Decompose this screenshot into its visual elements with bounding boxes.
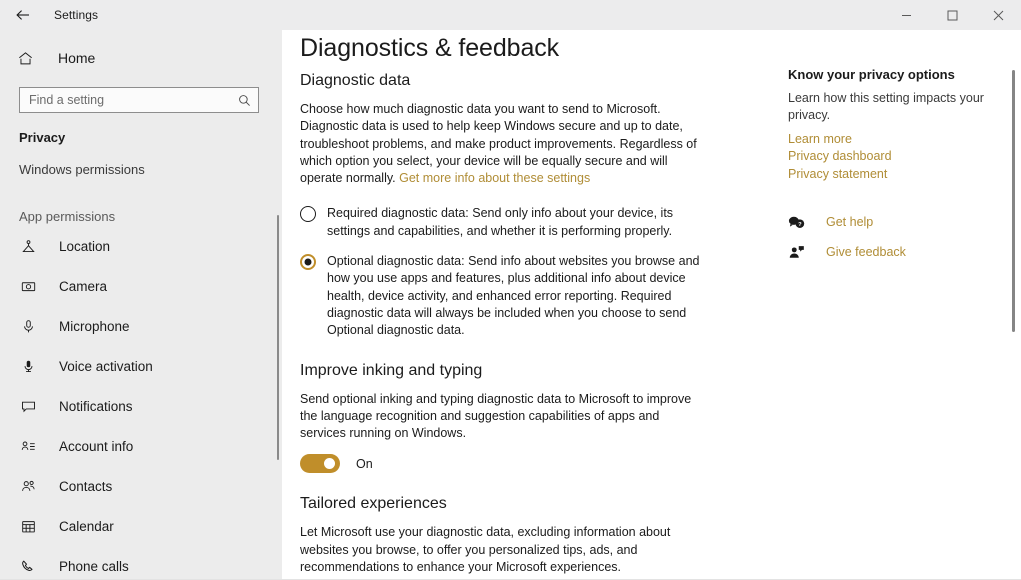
sidebar-scrollbar-thumb[interactable] [277,215,279,460]
give-feedback-row[interactable]: Give feedback [788,241,1003,263]
sidebar-group-app-permissions: App permissions [19,209,116,224]
sidebar-item-voice-activation[interactable]: Voice activation [0,346,282,386]
get-help-row[interactable]: ? Get help [788,211,1003,233]
account-info-icon [19,439,37,454]
inking-typing-toggle-row: On [300,454,700,474]
sidebar-item-label: Location [59,238,111,254]
sidebar-item-calendar[interactable]: Calendar [0,506,282,546]
diagnostic-data-options: Required diagnostic data: Send only info… [300,205,700,339]
window-controls [883,0,1021,30]
sidebar-item-contacts[interactable]: Contacts [0,466,282,506]
support-block: ? Get help Give feedback [788,211,1003,263]
privacy-options-title: Know your privacy options [788,67,955,82]
sidebar-item-windows-permissions[interactable]: Windows permissions [0,155,282,183]
maximize-button[interactable] [929,0,975,30]
search-input[interactable] [20,88,258,112]
learn-more-link[interactable]: Learn more [788,131,1003,149]
title-bar: Settings [0,0,1021,30]
search-icon [238,94,251,107]
diagnostic-data-heading: Diagnostic data [300,72,411,89]
content-scrollbar-thumb[interactable] [1012,70,1015,332]
inking-typing-toggle-state: On [356,456,373,471]
main-content: Diagnostics & feedback Diagnostic data C… [282,30,1021,580]
search-box[interactable] [19,87,259,113]
radio-option-required[interactable]: Required diagnostic data: Send only info… [300,205,700,240]
sidebar-item-location[interactable]: Location [0,226,282,266]
sidebar-item-phone-calls[interactable]: Phone calls [0,546,282,580]
give-feedback-icon [788,245,808,260]
content-scrollbar[interactable] [1007,30,1021,580]
sidebar-section-title: Privacy [19,130,66,145]
sidebar-item-label: Phone calls [59,558,129,574]
microphone-icon [19,319,37,334]
sidebar-scrollbar[interactable] [275,30,282,580]
radio-required-diagnostic-data[interactable] [300,206,316,223]
tailored-experiences-section: Tailored experiences Let Microsoft use y… [300,495,700,580]
tailored-experiences-description: Let Microsoft use your diagnostic data, … [300,525,671,575]
get-help-link[interactable]: Get help [826,215,873,229]
svg-text:?: ? [798,221,802,227]
sidebar-item-label: Calendar [59,518,114,534]
sidebar-item-label: Voice activation [59,358,153,374]
close-button[interactable] [975,0,1021,30]
back-button[interactable] [0,0,46,30]
sidebar-item-label: Notifications [59,398,133,414]
get-help-icon: ? [788,215,808,230]
settings-window: Settings Home Find a setting Privacy Win… [0,0,1021,580]
related-settings-panel: Know your privacy options Learn how this… [788,67,1003,271]
voice-activation-icon [19,359,37,374]
settings-column: Diagnostic data Choose how much diagnost… [300,72,700,580]
app-title: Settings [54,8,99,22]
radio-option-label: Optional diagnostic data: Send info abou… [327,254,700,338]
sidebar-home-label: Home [58,50,96,66]
camera-icon [19,279,37,294]
inking-typing-heading: Improve inking and typing [300,361,483,379]
page-title: Diagnostics & feedback [300,34,560,62]
toggle-knob [324,458,335,470]
diagnostic-data-section: Diagnostic data Choose how much diagnost… [300,72,700,340]
sidebar-item-label: Account info [59,438,134,454]
give-feedback-link[interactable]: Give feedback [826,245,906,259]
radio-option-optional[interactable]: Optional diagnostic data: Send info abou… [300,253,700,339]
privacy-statement-link[interactable]: Privacy statement [788,166,1003,184]
inking-typing-section: Improve inking and typing Send optional … [300,362,700,474]
sidebar-item-microphone[interactable]: Microphone [0,306,282,346]
home-icon [17,50,41,67]
contacts-icon [19,479,37,494]
privacy-dashboard-link[interactable]: Privacy dashboard [788,148,1003,166]
phone-calls-icon [19,559,37,574]
tailored-experiences-heading: Tailored experiences [300,495,447,513]
sidebar-item-camera[interactable]: Camera [0,266,282,306]
inking-typing-description: Send optional inking and typing diagnost… [300,391,692,441]
diagnostic-data-description: Choose how much diagnostic data you want… [300,101,700,187]
sidebar: Home Privacy Windows permissions App per… [0,30,282,580]
sidebar-item-label: Camera [59,278,108,294]
minimize-button[interactable] [883,0,929,30]
sidebar-item-label: Microphone [59,318,130,334]
radio-option-label: Required diagnostic data: Send only info… [327,206,674,238]
get-more-info-link[interactable]: Get more info about these settings [399,171,590,185]
location-icon [19,239,37,254]
sidebar-item-notifications[interactable]: Notifications [0,386,282,426]
radio-optional-diagnostic-data[interactable] [300,254,316,271]
notifications-icon [19,399,37,414]
sidebar-item-account-info[interactable]: Account info [0,426,282,466]
sidebar-item-home[interactable]: Home [0,38,282,78]
calendar-icon [19,519,37,534]
sidebar-windows-permissions-label: Windows permissions [19,161,145,177]
sidebar-item-label: Contacts [59,478,113,494]
privacy-options-text: Learn how this setting impacts your priv… [788,91,984,123]
inking-typing-toggle[interactable] [300,454,340,474]
